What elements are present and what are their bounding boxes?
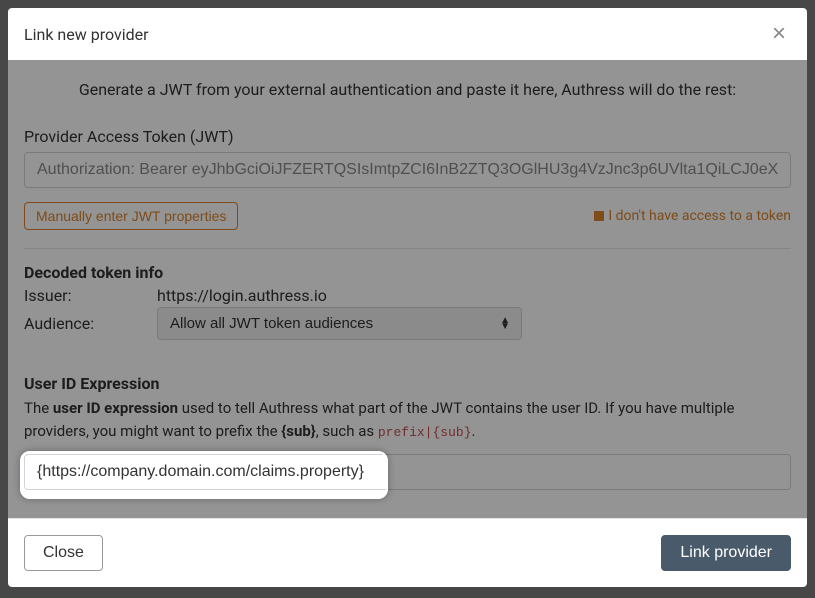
user-id-section: User ID Expression The user ID expressio… [24,374,791,490]
jwt-actions-row: Manually enter JWT properties I don't ha… [24,202,791,230]
desc-text: The [24,399,53,417]
token-icon [594,211,604,221]
modal-footer: Close Link provider [8,518,807,587]
user-id-title: User ID Expression [24,374,791,393]
desc-bold: user ID expression [53,399,178,417]
jwt-label: Provider Access Token (JWT) [24,127,791,146]
desc-text: , such as [316,422,378,440]
issuer-value: https://login.authress.io [157,286,327,305]
divider [24,248,791,249]
issuer-row: Issuer: https://login.authress.io [24,286,791,305]
intro-text: Generate a JWT from your external authen… [24,80,791,99]
no-token-link-text: I don't have access to a token [608,208,791,224]
manual-jwt-button[interactable]: Manually enter JWT properties [24,202,238,230]
desc-text: . [472,422,476,440]
user-id-expression-input[interactable] [24,454,791,490]
modal-body: Generate a JWT from your external authen… [8,60,807,518]
link-provider-button[interactable]: Link provider [661,535,791,571]
expression-input-wrapper [24,454,791,490]
audience-select-wrapper: Allow all JWT token audiences ▲▼ [157,307,522,340]
desc-sub: {sub} [281,422,315,440]
no-token-link[interactable]: I don't have access to a token [594,208,791,224]
desc-code: prefix|{sub} [378,425,472,440]
close-icon[interactable]: × [767,22,791,46]
audience-label: Audience: [24,314,157,333]
audience-select[interactable]: Allow all JWT token audiences [157,307,522,340]
decoded-title: Decoded token info [24,263,791,282]
audience-row: Audience: Allow all JWT token audiences … [24,307,791,340]
jwt-input[interactable] [24,152,791,188]
link-provider-modal: Link new provider × Generate a JWT from … [8,8,807,587]
modal-header: Link new provider × [8,8,807,60]
modal-title: Link new provider [24,25,149,44]
user-id-description: The user ID expression used to tell Auth… [24,397,791,444]
issuer-label: Issuer: [24,286,157,305]
close-button[interactable]: Close [24,535,103,571]
